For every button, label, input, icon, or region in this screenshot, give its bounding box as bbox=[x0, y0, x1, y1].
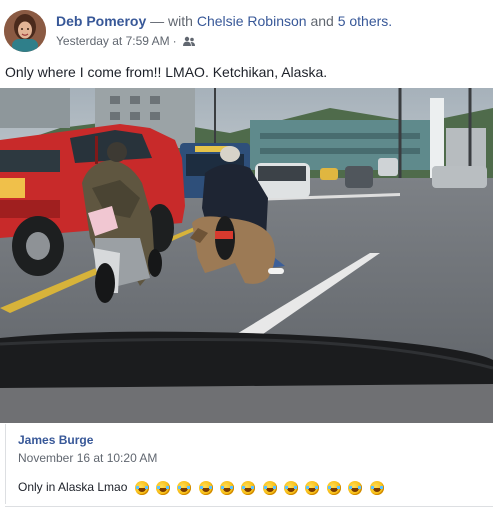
post-header: Deb Pomeroy — with Chelsie Robinson and … bbox=[4, 10, 499, 54]
laughing-emoji-icon bbox=[177, 481, 192, 495]
friends-icon[interactable] bbox=[182, 34, 195, 48]
post-timestamp[interactable]: Yesterday at 7:59 AM bbox=[56, 34, 170, 48]
post-meta: Yesterday at 7:59 AM · bbox=[56, 34, 195, 48]
laughing-emoji-icon bbox=[326, 481, 341, 495]
comment-text: Only in Alaska Lmao bbox=[18, 480, 128, 494]
author-name[interactable]: Deb Pomeroy bbox=[56, 13, 146, 29]
laughing-emoji-icon bbox=[348, 481, 363, 495]
others-link[interactable]: 5 others. bbox=[338, 13, 392, 29]
laughing-emoji-icon bbox=[305, 481, 320, 495]
laughing-emoji-icon bbox=[198, 481, 213, 495]
post-photo[interactable] bbox=[0, 88, 493, 423]
emoji-row bbox=[134, 481, 388, 498]
divider bbox=[5, 506, 493, 507]
comment-timestamp[interactable]: November 16 at 10:20 AM bbox=[18, 451, 157, 465]
avatar[interactable] bbox=[4, 10, 46, 52]
laughing-emoji-icon bbox=[134, 481, 149, 495]
laughing-emoji-icon bbox=[262, 481, 277, 495]
laughing-emoji-icon bbox=[284, 481, 299, 495]
laughing-emoji-icon bbox=[220, 481, 235, 495]
comment-body: Only in Alaska Lmao bbox=[18, 480, 388, 498]
meta-dot: · bbox=[172, 34, 177, 48]
post-text: Only where I come from!! LMAO. Ketchikan… bbox=[5, 64, 328, 80]
comment: James Burge November 16 at 10:20 AM Only… bbox=[5, 424, 494, 504]
comment-author[interactable]: James Burge bbox=[18, 433, 93, 447]
laughing-emoji-icon bbox=[156, 481, 171, 495]
tagged-person[interactable]: Chelsie Robinson bbox=[197, 13, 307, 29]
laughing-emoji-icon bbox=[369, 481, 384, 495]
with-prefix: — with bbox=[150, 13, 193, 29]
and-text: and bbox=[310, 13, 334, 29]
laughing-emoji-icon bbox=[241, 481, 256, 495]
author-line: Deb Pomeroy — with Chelsie Robinson and … bbox=[56, 13, 392, 29]
